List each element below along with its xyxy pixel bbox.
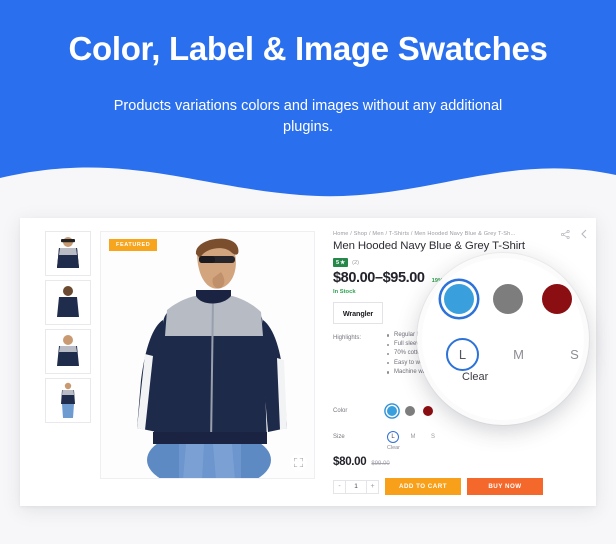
size-attribute-row: Size L M S — [333, 431, 447, 443]
quantity-value[interactable]: 1 — [346, 479, 366, 494]
thumbnail-3[interactable] — [45, 329, 91, 374]
product-main-image[interactable]: FEATURED — [100, 231, 315, 479]
product-hero-photo — [101, 232, 314, 478]
size-swatch-m[interactable]: M — [407, 431, 419, 443]
add-to-cart-button[interactable]: ADD TO CART — [385, 478, 461, 495]
quantity-increment-button[interactable]: + — [366, 479, 379, 494]
hero-title: Color, Label & Image Swatches — [68, 30, 548, 67]
rating-value: 5 — [336, 259, 340, 266]
thumbnail-2[interactable] — [45, 280, 91, 325]
breadcrumb[interactable]: Home / Shop / Men / T-Shirts / Men Hoode… — [333, 231, 553, 237]
magnified-clear-link[interactable]: Clear — [462, 371, 488, 383]
stock-status: In Stock — [333, 289, 356, 295]
chevron-left-glyph — [581, 229, 587, 239]
hero-banner: Color, Label & Image Swatches Products v… — [0, 0, 616, 200]
color-label: Color — [333, 408, 348, 414]
thumbnail-1[interactable] — [45, 231, 91, 276]
star-icon: ★ — [340, 259, 346, 266]
status-badge: 5 ★ — [333, 258, 349, 267]
cart-actions-row: - 1 + ADD TO CART BUY NOW — [333, 478, 543, 495]
quantity-decrement-button[interactable]: - — [333, 479, 346, 494]
magnified-size-swatch-m[interactable]: M — [502, 338, 535, 371]
final-price: $80.00 — [333, 456, 367, 468]
product-thumb-back-icon — [57, 285, 79, 317]
rating-row: 5 ★ (2) — [333, 258, 359, 267]
size-label: Size — [333, 434, 345, 440]
expand-icon[interactable] — [290, 454, 307, 471]
magnified-color-swatch-blue[interactable] — [444, 284, 474, 314]
magnified-color-swatch-grey[interactable] — [493, 284, 523, 314]
price-row: $80.00–$95.00 19% Off — [333, 270, 453, 286]
quantity-stepper[interactable]: - 1 + — [333, 479, 379, 494]
old-price: $99.00 — [371, 461, 390, 467]
price-range: $80.00–$95.00 — [333, 270, 425, 286]
color-swatch-grey[interactable] — [405, 406, 415, 416]
brand-name: Wrangler — [342, 308, 374, 318]
color-swatch-blue[interactable] — [387, 406, 397, 416]
brand-logo: Wrangler — [333, 302, 383, 324]
final-price-row: $80.00 $99.00 — [333, 456, 390, 468]
hero-subtitle: Products variations colors and images wi… — [113, 98, 503, 135]
product-thumb-side-icon — [57, 334, 79, 366]
magnified-size-swatch-l[interactable]: L — [446, 338, 479, 371]
page-root: Color, Label & Image Swatches Products v… — [0, 0, 616, 544]
magnified-color-swatch-dark-red[interactable] — [542, 284, 572, 314]
chevron-left-icon[interactable] — [580, 226, 588, 244]
product-thumb-full-icon — [61, 382, 75, 418]
magnified-color-swatches — [444, 284, 572, 314]
featured-badge: FEATURED — [109, 239, 158, 251]
color-attribute-row: Color — [333, 406, 441, 416]
highlights-label: Highlights: — [333, 335, 362, 341]
magnified-size-swatch-s[interactable]: S — [558, 338, 591, 371]
buy-now-button[interactable]: BUY NOW — [467, 478, 543, 495]
size-swatch-s[interactable]: S — [427, 431, 439, 443]
clear-selection-link[interactable]: Clear — [387, 445, 400, 451]
thumbnail-4[interactable] — [45, 378, 91, 423]
size-swatch-l[interactable]: L — [387, 431, 399, 443]
page-title: Men Hooded Navy Blue & Grey T-Shirt — [333, 240, 525, 252]
thumbnail-strip — [45, 231, 93, 427]
expand-glyph — [294, 458, 303, 467]
magnifier-loupe: L M S Clear — [417, 253, 589, 425]
color-swatch-dark-red[interactable] — [423, 406, 433, 416]
magnified-size-swatches: L M S — [446, 338, 591, 371]
product-thumb-front-icon — [57, 236, 79, 268]
share-glyph — [561, 230, 570, 239]
review-count[interactable]: (2) — [352, 260, 359, 266]
